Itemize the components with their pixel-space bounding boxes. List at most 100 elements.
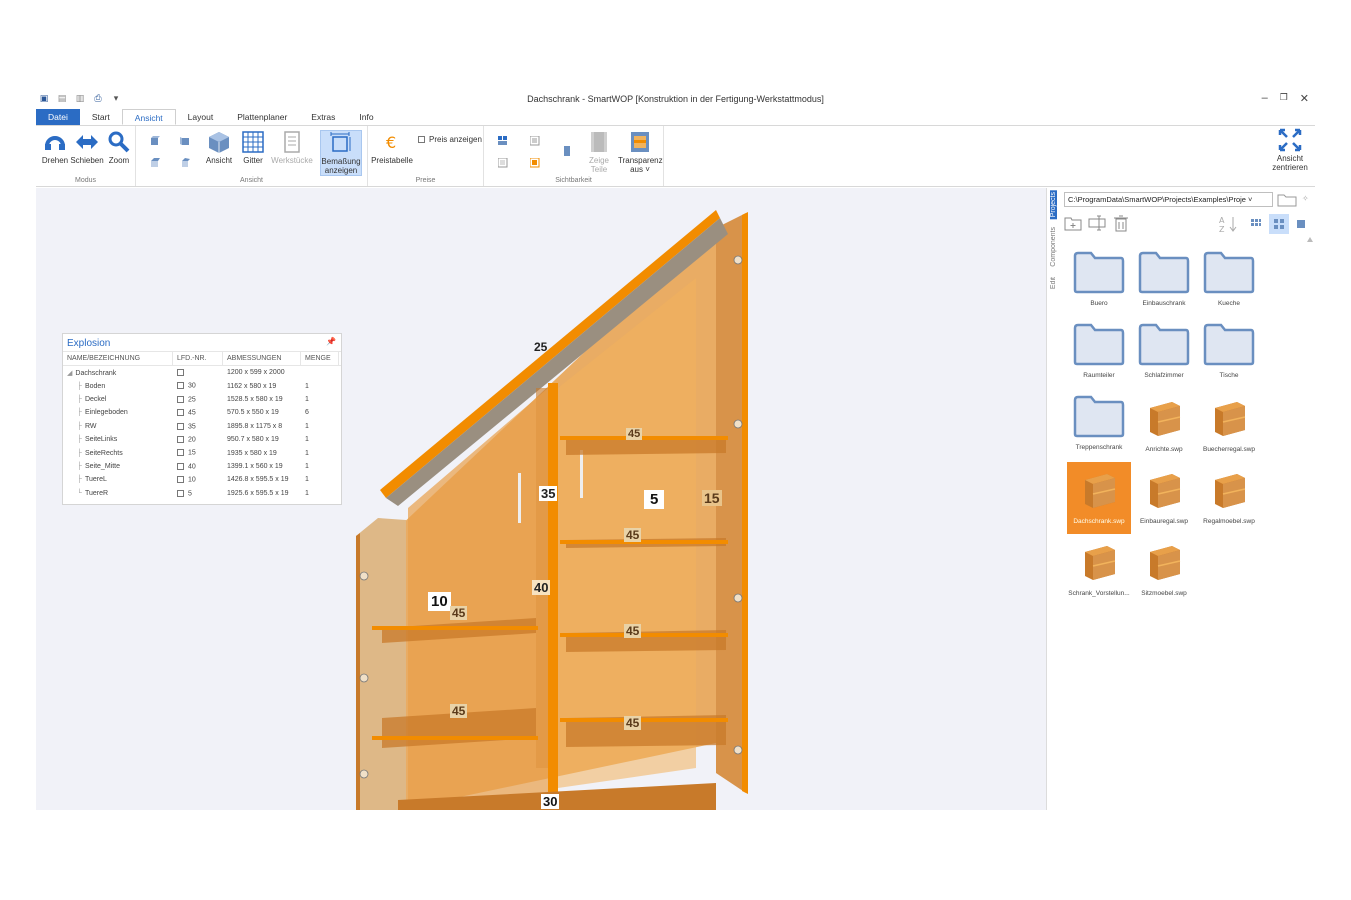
layout-panels-icon[interactable]	[498, 136, 508, 146]
row-checkbox[interactable]	[177, 409, 184, 417]
row-checkbox[interactable]	[177, 449, 184, 457]
table-row[interactable]: ├ Boden 30 1162 x 580 x 19 1	[63, 379, 341, 392]
project-item[interactable]: Schlafzimmer	[1132, 318, 1196, 390]
gitter-button[interactable]: Gitter	[236, 130, 270, 165]
window-title: Dachschrank - SmartWOP [Konstruktion in …	[527, 94, 824, 104]
project-item[interactable]: Kueche	[1197, 246, 1261, 318]
table-row-root[interactable]: ◢ Dachschrank 1200 x 599 x 2000	[63, 366, 341, 379]
preis-anzeigen-checkbox[interactable]: Preis anzeigen	[418, 135, 482, 144]
tab-layout[interactable]: Layout	[176, 109, 226, 125]
project-item[interactable]: Dachschrank.swp	[1067, 462, 1131, 534]
bemassung-button[interactable]: Bemaßung anzeigen	[320, 130, 362, 176]
preistabelle-button[interactable]: € Preistabelle	[368, 130, 416, 165]
row-checkbox[interactable]	[177, 476, 184, 484]
tab-extras[interactable]: Extras	[299, 109, 347, 125]
tree-line-icon: ├	[77, 476, 82, 484]
row-menge: 1	[305, 476, 309, 484]
pin-panel-icon[interactable]: ✧	[1302, 194, 1309, 203]
preis-anzeigen-box[interactable]	[418, 136, 425, 144]
project-item[interactable]: Regalmoebel.swp	[1197, 462, 1261, 534]
row-checkbox[interactable]	[177, 422, 184, 430]
path-input[interactable]: C:\ProgramData\SmartWOP\Projects\Example…	[1064, 192, 1273, 207]
project-item[interactable]: Raumteiler	[1067, 318, 1131, 390]
rename-icon[interactable]	[1088, 214, 1106, 232]
tab-datei[interactable]: Datei	[36, 109, 80, 125]
zeige-teile-button[interactable]: Zeige Teile	[582, 130, 616, 174]
close-button[interactable]: ✕	[1300, 92, 1309, 105]
werkstuecke-button[interactable]: Werkstücke	[270, 130, 314, 165]
project-item[interactable]: Tische	[1197, 318, 1261, 390]
table-row[interactable]: ├ Seite_Mitte 40 1399.1 x 560 x 19 1	[63, 460, 341, 473]
table-row[interactable]: ├ TuereL 10 1426.8 x 595.5 x 19 1	[63, 473, 341, 486]
label-shelf-45-left-bottom: 45	[450, 704, 468, 718]
row-checkbox[interactable]	[177, 369, 184, 377]
table-row[interactable]: └ TuereR 5 1925.6 x 595.5 x 19 1	[63, 487, 341, 500]
row-name: Boden	[84, 382, 106, 390]
table-row[interactable]: ├ Einlegeboden 45 570.5 x 550 x 19 6	[63, 406, 341, 419]
label-seite-mitte-40: 40	[532, 580, 551, 595]
project-item[interactable]: Treppenschrank	[1067, 390, 1131, 462]
col-name[interactable]: NAME/BEZEICHNUNG	[63, 352, 173, 365]
col-abmessungen[interactable]: ABMESSUNGEN	[223, 352, 301, 365]
row-checkbox[interactable]	[177, 462, 184, 470]
tab-start[interactable]: Start	[80, 109, 122, 125]
col-nr[interactable]: LFD.-NR.	[173, 352, 223, 365]
ansicht-button[interactable]: Ansicht	[202, 130, 236, 165]
sort-az-icon[interactable]: AZ	[1217, 214, 1239, 234]
row-checkbox[interactable]	[177, 382, 184, 390]
tab-edit[interactable]: Edit	[1050, 275, 1057, 291]
tab-projects[interactable]: Projects	[1050, 190, 1057, 220]
view-large-grid-icon[interactable]	[1269, 214, 1289, 234]
row-checkbox[interactable]	[177, 435, 184, 443]
view-cube-front-icon[interactable]	[150, 136, 160, 146]
magnifier-icon	[108, 131, 130, 153]
view-cube-iso-icon[interactable]	[180, 158, 190, 168]
panel-grey-icon[interactable]	[530, 136, 540, 146]
panel-outline-icon[interactable]	[498, 158, 508, 168]
transparenz-button[interactable]: Transparenz aus ˅	[618, 130, 663, 174]
project-item[interactable]: Sitzmoebel.swp	[1132, 534, 1196, 606]
row-checkbox[interactable]	[177, 395, 184, 403]
3d-viewport[interactable]: 25 45 35 5 15 45 40 10 45 45 45 45 30 Ex…	[36, 188, 1046, 810]
row-abmessungen: 1399.1 x 560 x 19	[227, 462, 283, 470]
view-cube-side-icon[interactable]	[180, 136, 190, 146]
table-row[interactable]: ├ Deckel 25 1528.5 x 580 x 19 1	[63, 393, 341, 406]
restore-button[interactable]: ❐	[1280, 92, 1288, 105]
project-item[interactable]: Schrank_Vorstellun...	[1067, 534, 1131, 606]
table-row[interactable]: ├ SeiteLinks 20 950.7 x 580 x 19 1	[63, 433, 341, 446]
table-row[interactable]: ├ SeiteRechts 15 1935 x 580 x 19 1	[63, 446, 341, 459]
col-menge[interactable]: MENGE	[301, 352, 339, 365]
table-row[interactable]: ├ RW 35 1895.8 x 1175 x 8 1	[63, 420, 341, 433]
tab-info[interactable]: Info	[347, 109, 385, 125]
view-small-grid-icon[interactable]	[1250, 218, 1262, 230]
open-folder-icon[interactable]	[1277, 192, 1297, 207]
row-checkbox[interactable]	[177, 489, 184, 497]
delete-icon[interactable]	[1112, 214, 1130, 232]
transparenz-label-2: aus ˅	[630, 165, 650, 174]
zoom-button[interactable]: Zoom	[102, 130, 136, 165]
scrollbar[interactable]	[1307, 236, 1313, 806]
new-folder-icon[interactable]	[1064, 214, 1082, 232]
view-cube-top-icon[interactable]	[150, 158, 160, 168]
tab-plattenplaner[interactable]: Plattenplaner	[225, 109, 299, 125]
schieben-button[interactable]: Schieben	[70, 130, 104, 165]
project-item[interactable]: Einbauschrank	[1132, 246, 1196, 318]
ribbon-tabs: Datei Start Ansicht Layout Plattenplaner…	[36, 109, 386, 125]
project-item[interactable]: Buecherregal.swp	[1197, 390, 1261, 462]
project-item[interactable]: Buero	[1067, 246, 1131, 318]
collapse-icon[interactable]: ◢	[67, 370, 72, 377]
minimize-button[interactable]: –	[1262, 92, 1268, 105]
label-shelf-45-top: 45	[626, 428, 643, 440]
tab-ansicht[interactable]: Ansicht	[121, 109, 176, 125]
group-sichtbarkeit: Zeige Teile Transparenz aus ˅ Sichtbarke…	[484, 126, 664, 186]
bar-blue-icon[interactable]	[562, 146, 572, 156]
view-list-icon[interactable]	[1297, 220, 1305, 228]
project-item[interactable]: Anrichte.swp	[1132, 390, 1196, 462]
panel-orange-icon[interactable]	[530, 158, 540, 168]
row-abmessungen: 1162 x 580 x 19	[227, 382, 277, 390]
pin-icon[interactable]: 📌	[326, 337, 336, 346]
ansicht-zentrieren-button[interactable]: Ansicht zentrieren	[1268, 128, 1312, 172]
project-item[interactable]: Einbauregal.swp	[1132, 462, 1196, 534]
tab-components[interactable]: Components	[1050, 225, 1057, 269]
drehen-button[interactable]: Drehen	[38, 130, 72, 165]
